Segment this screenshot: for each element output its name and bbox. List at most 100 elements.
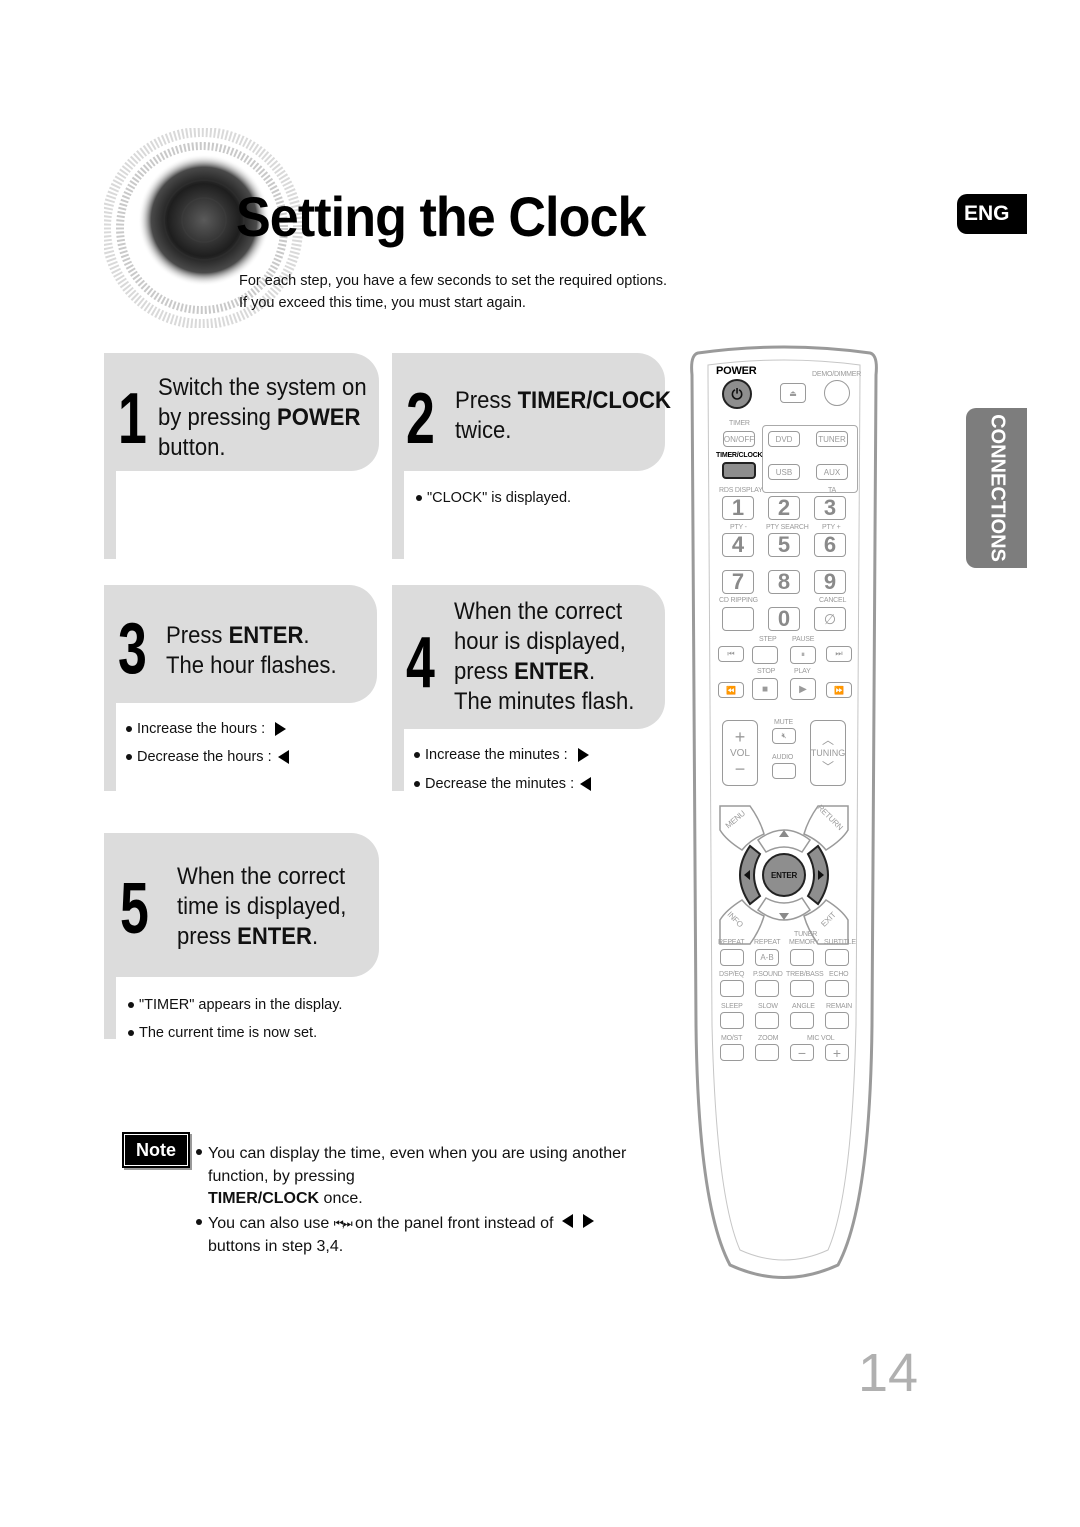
language-badge: ENG: [957, 194, 1027, 234]
right-arrow-icon: [577, 748, 589, 762]
power-button[interactable]: ⏻: [722, 379, 752, 409]
audio-button[interactable]: [772, 763, 796, 779]
digit-6-button[interactable]: 6: [814, 532, 846, 557]
mute-label: MUTE: [774, 719, 794, 726]
tuner-memory-button[interactable]: [790, 949, 814, 966]
treb-bass-label: TREB/BASS: [786, 971, 824, 978]
cd-ripping-button[interactable]: [722, 607, 754, 631]
play-button[interactable]: ▶: [790, 678, 816, 700]
dsp-eq-label: DSP/EQ: [719, 971, 745, 978]
ta-label: TA: [828, 487, 837, 494]
pause-label: PAUSE: [792, 636, 815, 643]
repeat-ab-button[interactable]: A-B: [755, 949, 779, 966]
echo-label: ECHO: [829, 971, 849, 978]
mute-button[interactable]: 🔇︎: [772, 728, 796, 744]
timer-on-off-button[interactable]: ON/OFF: [723, 431, 755, 447]
step-instruction: When the correct time is displayed, pres…: [177, 863, 347, 950]
aux-button[interactable]: AUX: [816, 464, 848, 480]
mic-vol-up-button[interactable]: +: [825, 1044, 849, 1061]
dvd-button[interactable]: DVD: [768, 431, 800, 447]
remain-label: REMAIN: [826, 1003, 853, 1010]
tuner-button[interactable]: TUNER: [816, 431, 848, 447]
stop-button[interactable]: ■: [752, 678, 778, 700]
digit-9-button[interactable]: 9: [814, 569, 846, 594]
pause-button[interactable]: ⏸: [790, 646, 816, 664]
step-button[interactable]: [752, 646, 778, 664]
repeat-button[interactable]: [720, 949, 744, 966]
mic-vol-label: MIC VOL: [807, 1035, 835, 1042]
step-bullet: "CLOCK" is displayed.: [416, 490, 571, 506]
dsp-eq-button[interactable]: [720, 980, 744, 997]
digit-0-button[interactable]: 0: [768, 606, 800, 631]
skip-forward-button[interactable]: ⏭: [826, 646, 852, 662]
note-item-2-line-2: buttons in step 3,4.: [208, 1238, 344, 1255]
eject-button[interactable]: ⏏: [780, 383, 806, 403]
play-label: PLAY: [794, 668, 811, 675]
cancel-icon: ∅: [823, 610, 837, 627]
stop-label: STOP: [757, 668, 776, 675]
right-arrow-icon: [275, 722, 287, 736]
sleep-button[interactable]: [720, 1012, 744, 1029]
power-icon: ⏻: [731, 385, 743, 402]
section-tab-connections[interactable]: CONNECTIONS: [966, 408, 1027, 568]
rewind-button[interactable]: ⏪: [718, 682, 744, 698]
skip-back-button[interactable]: ⏮: [718, 646, 744, 662]
cancel-button[interactable]: ∅: [814, 607, 846, 631]
fast-forward-button[interactable]: ⏩: [826, 682, 852, 698]
skip-buttons-icon: ⏮,⏭: [333, 1218, 353, 1230]
cancel-label: CANCEL: [819, 597, 847, 604]
step-bullet-increase: Increase the minutes :: [414, 747, 589, 763]
rds-display-label: RDS DISPLAY: [719, 487, 763, 494]
mo-st-label: MO/ST: [721, 1035, 743, 1042]
remote-control: POWER ⏻ ⏏ DEMO/DIMMER TIMER ON/OFF DVD T…: [688, 345, 880, 1285]
step-5: 5 When the correct time is displayed, pr…: [104, 833, 379, 1041]
digit-3-button[interactable]: 3: [814, 495, 846, 520]
step-bullet: "TIMER" appears in the display.: [128, 997, 342, 1013]
step-number: 3: [118, 609, 147, 689]
play-icon: ▶: [799, 683, 807, 695]
digit-7-button[interactable]: 7: [722, 569, 754, 594]
demo-dimmer-label: DEMO/DIMMER: [812, 371, 862, 378]
step-bullet-decrease: Decrease the hours :: [126, 749, 289, 765]
treb-bass-button[interactable]: [790, 980, 814, 997]
step-label: STEP: [759, 636, 777, 643]
note-badge: Note: [122, 1132, 190, 1168]
skip-back-icon: ⏮: [727, 649, 735, 658]
intro-line-1: For each step, you have a few seconds to…: [239, 273, 668, 289]
digit-5-button[interactable]: 5: [768, 532, 800, 557]
mute-icon: 🔇︎: [781, 731, 787, 740]
slow-button[interactable]: [755, 1012, 779, 1029]
volume-rocker[interactable]: + VOL −: [722, 720, 758, 786]
mic-vol-down-button[interactable]: −: [790, 1044, 814, 1061]
p-sound-label: P.SOUND: [753, 971, 783, 978]
zoom-button[interactable]: [755, 1044, 779, 1061]
subtitle-button[interactable]: [825, 949, 849, 966]
demo-dimmer-button[interactable]: [824, 380, 850, 406]
enter-button[interactable]: ENTER: [771, 871, 797, 880]
tuner-memory-label-top: TUNER: [794, 931, 818, 938]
page-number: 14: [858, 1343, 919, 1403]
step-4: 4 When the correct hour is displayed, pr…: [392, 585, 665, 792]
power-label: POWER: [716, 365, 757, 377]
usb-button[interactable]: USB: [768, 464, 800, 480]
pause-icon: ⏸: [801, 650, 805, 659]
tuning-rocker[interactable]: ︿ TUNING ﹀: [810, 720, 846, 786]
digit-1-button[interactable]: 1: [722, 495, 754, 520]
p-sound-button[interactable]: [755, 980, 779, 997]
digit-8-button[interactable]: 8: [768, 569, 800, 594]
timer-clock-button[interactable]: [722, 462, 756, 479]
pty-search-label: PTY SEARCH: [766, 524, 809, 531]
angle-button[interactable]: [790, 1012, 814, 1029]
digit-2-button[interactable]: 2: [768, 495, 800, 520]
digit-4-button[interactable]: 4: [722, 532, 754, 557]
echo-button[interactable]: [825, 980, 849, 997]
left-arrow-icon: [277, 750, 289, 764]
mo-st-button[interactable]: [720, 1044, 744, 1061]
step-bullet: The current time is now set.: [128, 1025, 317, 1041]
pty-minus-label: PTY -: [730, 524, 747, 531]
remain-button[interactable]: [825, 1012, 849, 1029]
step-number: 1: [118, 379, 147, 459]
timer-label: TIMER: [729, 420, 750, 427]
vol-label: VOL: [729, 747, 750, 759]
subtitle-label: SUBTITLE: [824, 939, 856, 946]
